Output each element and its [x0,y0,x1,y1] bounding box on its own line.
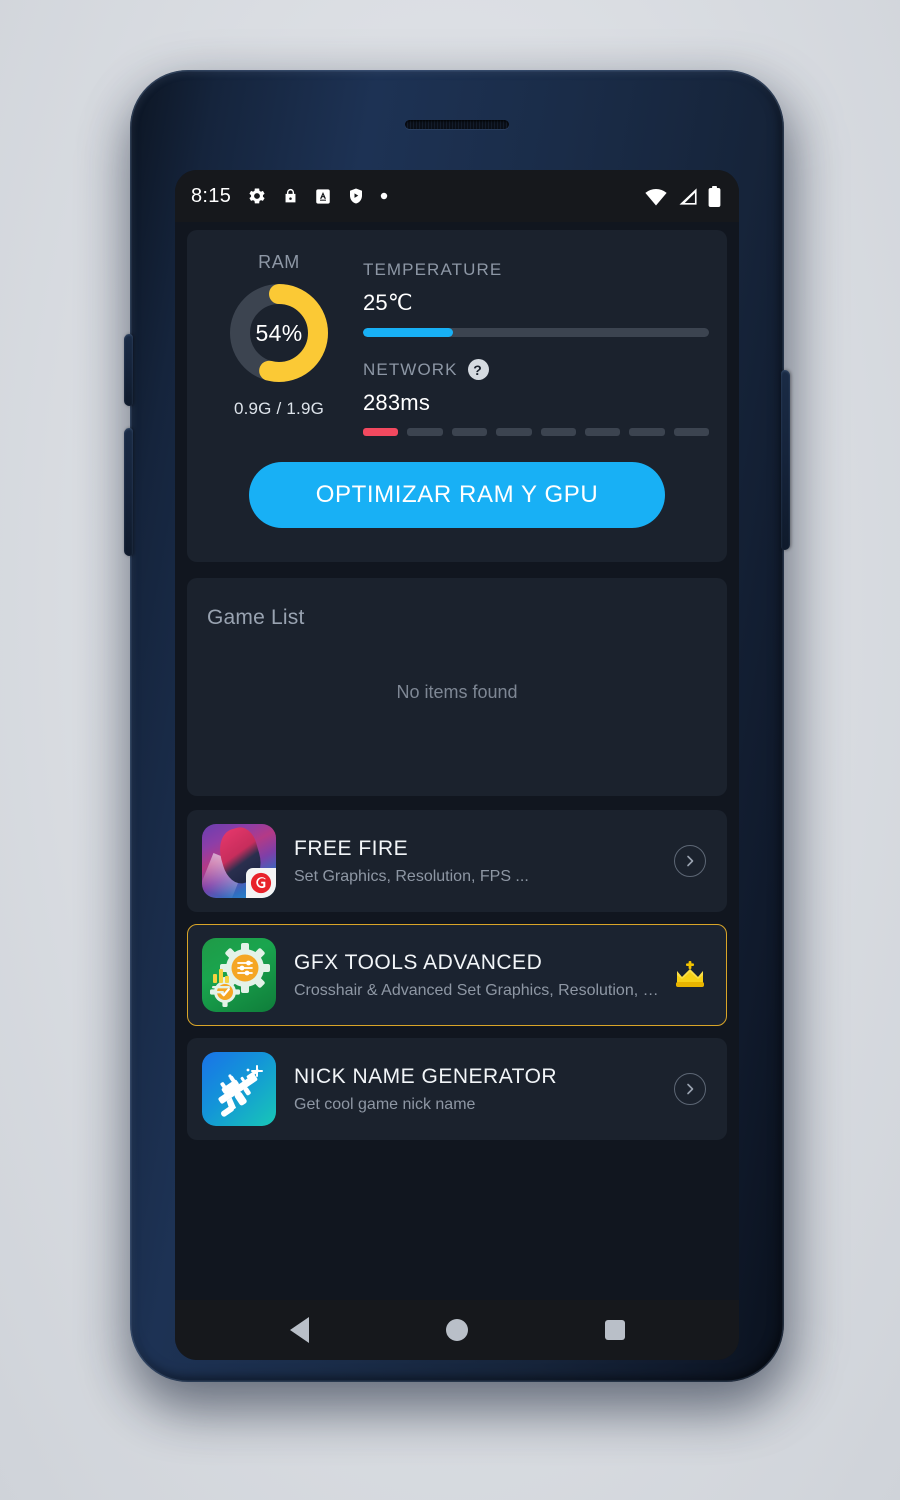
dot-icon [380,192,388,200]
chevron-right-icon[interactable] [674,1073,706,1105]
temperature-progress-fill [363,328,453,337]
network-segment [496,428,532,436]
ram-percent-value: 54% [255,319,303,346]
volume-down-button[interactable] [124,428,133,556]
app-content: RAM 54% 0.9G / 1.9G TEMPERATURE 25℃ NETW… [175,222,739,1300]
network-segment [584,428,621,436]
status-bar-system-icons [644,185,721,207]
power-button[interactable] [781,370,790,550]
app-row-nick-name-generator[interactable]: NICK NAME GENERATOR Get cool game nick n… [187,1038,727,1140]
help-icon[interactable]: ? [467,359,489,380]
battery-icon [708,185,721,207]
lock-icon [285,188,296,203]
system-stats-card: RAM 54% 0.9G / 1.9G TEMPERATURE 25℃ NETW… [187,230,727,562]
garena-logo-badge [246,868,276,898]
signal-icon [679,187,697,205]
network-segment [407,428,443,436]
network-segment [673,428,709,436]
temperature-progress-track [363,328,709,337]
gear-icon [249,188,265,204]
game-list-empty-text: No items found [396,682,518,702]
ram-block: RAM 54% 0.9G / 1.9G [205,252,353,419]
temperature-label-text: TEMPERATURE [363,260,503,279]
volume-up-button[interactable] [124,334,133,406]
app-row-action [668,961,712,989]
ram-donut-gauge: 54% [227,281,331,385]
optimize-ram-gpu-button[interactable]: OPTIMIZAR RAM Y GPU [249,462,665,528]
network-label-text: NETWORK [363,359,458,379]
game-list-card: Game List No items found [187,578,727,796]
android-navigation-bar [175,1300,739,1360]
network-segment [540,428,576,436]
app-row-text: NICK NAME GENERATOR Get cool game nick n… [276,1065,668,1114]
status-bar: 8:15 [175,170,739,222]
ram-label: RAM [258,252,300,272]
shield-play-icon [350,188,363,204]
gfx-tools-icon [202,938,276,1012]
back-triangle-icon[interactable] [289,1317,309,1343]
app-row-subtitle: Get cool game nick name [294,1095,476,1113]
metrics-block: TEMPERATURE 25℃ NETWORK ? 283ms [353,252,709,436]
app-row-text: FREE FIRE Set Graphics, Resolution, FPS … [276,837,668,886]
app-row-title: FREE FIRE [294,836,409,860]
earpiece-speaker-grille [405,120,509,129]
crown-icon [674,961,706,989]
app-row-text: GFX TOOLS ADVANCED Crosshair & Advanced … [276,951,668,1000]
app-row-free-fire[interactable]: FREE FIRE Set Graphics, Resolution, FPS … [187,810,727,912]
app-row-action[interactable] [668,1073,712,1105]
status-bar-notification-icons [247,186,644,206]
temperature-label: TEMPERATURE [363,260,709,280]
network-segment [363,428,399,436]
a-box-icon [316,188,330,204]
network-segment [451,428,488,436]
status-bar-clock: 8:15 [191,184,232,207]
app-shortcut-list: FREE FIRE Set Graphics, Resolution, FPS … [187,810,727,1140]
temperature-value: 25℃ [363,290,413,315]
app-row-subtitle: Set Graphics, Resolution, FPS ... [294,867,529,885]
phone-screen: 8:15 RAM 54% 0.9G / 1.9G TEMPERATURE 25℃… [175,170,739,1360]
app-row-action[interactable] [668,845,712,877]
free-fire-icon [202,824,276,898]
app-row-subtitle: Crosshair & Advanced Set Graphics, Resol… [294,981,668,999]
app-row-gfx-tools-advanced[interactable]: GFX TOOLS ADVANCED Crosshair & Advanced … [187,924,727,1026]
wifi-icon [645,188,667,206]
app-row-title: GFX TOOLS ADVANCED [294,950,543,974]
app-row-title: NICK NAME GENERATOR [294,1064,558,1088]
recents-square-icon[interactable] [604,1320,625,1340]
sniper-rifle-icon [202,1052,276,1126]
home-circle-icon[interactable] [445,1319,468,1341]
network-label: NETWORK ? [363,359,709,380]
game-list-title: Game List [207,606,305,629]
ram-usage-text: 0.9G / 1.9G [233,399,325,418]
network-latency-value: 283ms [363,390,431,415]
network-segment-bar [363,428,709,436]
network-segment [629,428,665,436]
chevron-right-icon[interactable] [674,845,706,877]
phone-device-frame: 8:15 RAM 54% 0.9G / 1.9G TEMPERATURE 25℃… [124,70,790,1382]
